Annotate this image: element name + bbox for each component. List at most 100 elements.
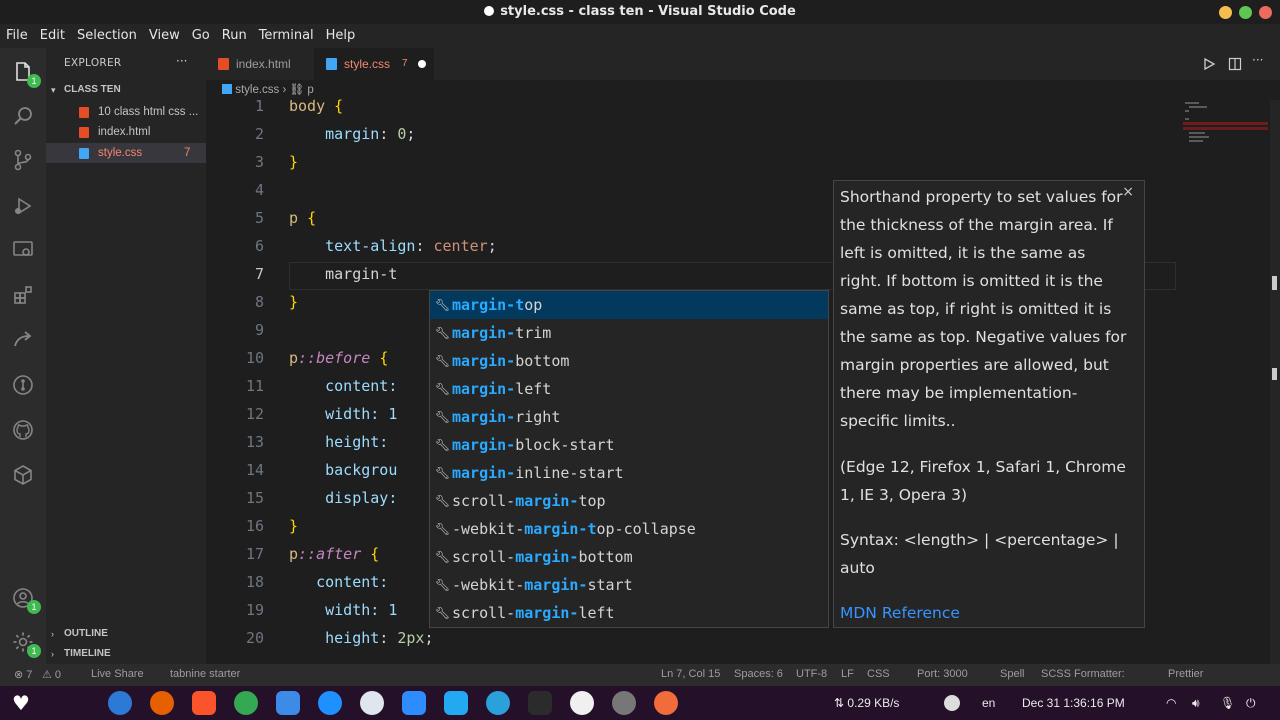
firefox-icon[interactable] — [150, 691, 174, 715]
suggestion-item[interactable]: 🔧︎ scroll-margin-left — [430, 599, 828, 627]
errors-status[interactable]: ⊗ 7 — [14, 668, 32, 681]
power-icon[interactable]: ⏻ — [1246, 696, 1256, 711]
vscode-icon[interactable] — [444, 691, 468, 715]
microphone-icon[interactable]: 🎙︎ — [1220, 696, 1235, 710]
eol-status[interactable]: LF — [841, 668, 854, 680]
minimize-button[interactable] — [1219, 6, 1232, 19]
menu-file[interactable]: File — [0, 24, 34, 43]
tree-item-style-css[interactable]: style.css 7 — [46, 143, 206, 163]
source-control-activity[interactable] — [9, 146, 37, 174]
tab-style-css[interactable]: style.css 7 — [314, 48, 434, 80]
suggestion-item[interactable]: 🔧︎ margin-right — [430, 403, 828, 431]
menu-selection[interactable]: Selection — [71, 24, 143, 43]
suggestion-label: scroll-margin-top — [452, 492, 606, 510]
code-line: p::before { — [289, 349, 389, 367]
camera-icon[interactable] — [570, 691, 594, 715]
menu-edit[interactable]: Edit — [34, 24, 71, 43]
github-activity[interactable] — [9, 416, 37, 444]
clock[interactable]: Dec 31 1:36:16 PM — [1022, 696, 1125, 710]
app-store-icon[interactable] — [318, 691, 342, 715]
encoding-status[interactable]: UTF-8 — [796, 668, 827, 680]
tab-index-html[interactable]: index.html — [206, 48, 314, 80]
manage-activity[interactable]: 1 — [9, 628, 41, 658]
suggestion-label: margin-right — [452, 408, 561, 426]
outline-section[interactable]: › OUTLINE — [46, 624, 206, 644]
menu-help[interactable]: Help — [320, 24, 362, 43]
port-status[interactable]: Port: 3000 — [917, 668, 968, 680]
wifi-icon[interactable]: ◠ — [1166, 696, 1176, 710]
extensions-activity[interactable] — [9, 281, 37, 309]
tree-item-index-html[interactable]: index.html — [46, 122, 206, 142]
close-window-button[interactable] — [1259, 6, 1272, 19]
finder-icon[interactable] — [108, 691, 132, 715]
tabnine-status[interactable]: tabnine starter — [170, 668, 240, 680]
menu-terminal[interactable]: Terminal — [253, 24, 320, 43]
terminal-icon[interactable] — [528, 691, 552, 715]
menu-run[interactable]: Run — [216, 24, 253, 43]
suggestion-item[interactable]: 🔧︎ scroll-margin-bottom — [430, 543, 828, 571]
heart-icon[interactable]: ♥ — [12, 691, 36, 715]
tree-item-folder[interactable]: 10 class html css ... — [46, 102, 206, 122]
apple-icon[interactable] — [62, 691, 86, 715]
timeline-section[interactable]: › TIMELINE — [46, 644, 206, 664]
menu-go[interactable]: Go — [186, 24, 216, 43]
files-app-icon[interactable] — [276, 691, 300, 715]
docker-activity[interactable] — [9, 461, 37, 489]
symbol-icon: ⛓ — [289, 84, 305, 96]
run-file-button[interactable] — [1202, 56, 1216, 71]
minimap[interactable] — [1183, 100, 1268, 160]
problems-count: 7 — [184, 147, 191, 159]
language-mode[interactable]: CSS — [867, 668, 890, 680]
explorer-activity[interactable]: 1 — [9, 58, 41, 88]
prettier-status[interactable]: Prettier — [1168, 668, 1203, 680]
keyboard-language[interactable]: en — [982, 696, 995, 710]
remote-explorer-activity[interactable] — [9, 236, 37, 264]
suggestion-item[interactable]: 🔧︎ margin-inline-start — [430, 459, 828, 487]
suggestion-item[interactable]: 🔧︎ margin-trim — [430, 319, 828, 347]
suggestion-item[interactable]: 🔧︎ -webkit-margin-top-collapse — [430, 515, 828, 543]
brave-icon[interactable] — [192, 691, 216, 715]
indentation-status[interactable]: Spaces: 6 — [734, 668, 783, 680]
title-bar: style.css - class ten - Visual Studio Co… — [0, 0, 1280, 24]
editor-scrollbar[interactable] — [1270, 100, 1280, 664]
property-icon: 🔧︎ — [435, 494, 451, 508]
volume-icon[interactable]: 🔊︎ — [1192, 696, 1200, 711]
record-icon[interactable] — [944, 695, 960, 711]
split-editor-button[interactable] — [1228, 56, 1242, 71]
warnings-status[interactable]: ⚠ 0 — [42, 668, 61, 681]
breadcrumb-file[interactable]: style.css — [235, 84, 279, 96]
suggestion-item[interactable]: 🔧︎ margin-left — [430, 375, 828, 403]
sketch-icon[interactable] — [654, 691, 678, 715]
browser-icon[interactable] — [360, 691, 384, 715]
live-share-icon — [14, 331, 32, 347]
telegram-icon[interactable] — [486, 691, 510, 715]
suggestion-item[interactable]: 🔧︎ -webkit-margin-start — [430, 571, 828, 599]
live-share-activity[interactable] — [9, 326, 37, 354]
suggestion-widget[interactable]: 🔧︎ margin-top 🔧︎ margin-trim 🔧︎ margin-bottom… — [429, 290, 829, 628]
search-activity[interactable] — [9, 102, 37, 130]
accounts-activity[interactable]: 1 — [9, 584, 41, 614]
suggestion-item[interactable]: 🔧︎ margin-top — [430, 291, 828, 319]
editor-more-button[interactable]: ··· — [1252, 53, 1263, 67]
menu-view[interactable]: View — [143, 24, 186, 43]
suggestion-item[interactable]: 🔧︎ scroll-margin-top — [430, 487, 828, 515]
property-icon: 🔧︎ — [435, 550, 451, 564]
mdn-reference-link[interactable]: MDN Reference — [840, 599, 1130, 627]
breadcrumb-symbol[interactable]: p — [307, 84, 313, 96]
zoom-icon[interactable] — [402, 691, 426, 715]
chrome-icon[interactable] — [234, 691, 258, 715]
settings-icon[interactable] — [612, 691, 636, 715]
folder-class-ten[interactable]: ▾ CLASS TEN — [46, 80, 206, 100]
unsaved-dot-icon[interactable] — [418, 60, 426, 68]
explorer-more-button[interactable]: ··· — [176, 54, 187, 68]
suggestion-item[interactable]: 🔧︎ margin-block-start — [430, 431, 828, 459]
gitlens-activity[interactable] — [9, 371, 37, 399]
cursor-position[interactable]: Ln 7, Col 15 — [661, 668, 720, 680]
spell-status[interactable]: Spell — [1000, 668, 1024, 680]
run-debug-activity[interactable] — [9, 192, 37, 220]
live-share-status[interactable]: Live Share — [91, 668, 144, 680]
suggestion-item[interactable]: 🔧︎ margin-bottom — [430, 347, 828, 375]
formatter-status[interactable]: SCSS Formatter: — [1041, 668, 1125, 680]
maximize-button[interactable] — [1239, 6, 1252, 19]
code-line: width: 1 — [289, 405, 398, 423]
